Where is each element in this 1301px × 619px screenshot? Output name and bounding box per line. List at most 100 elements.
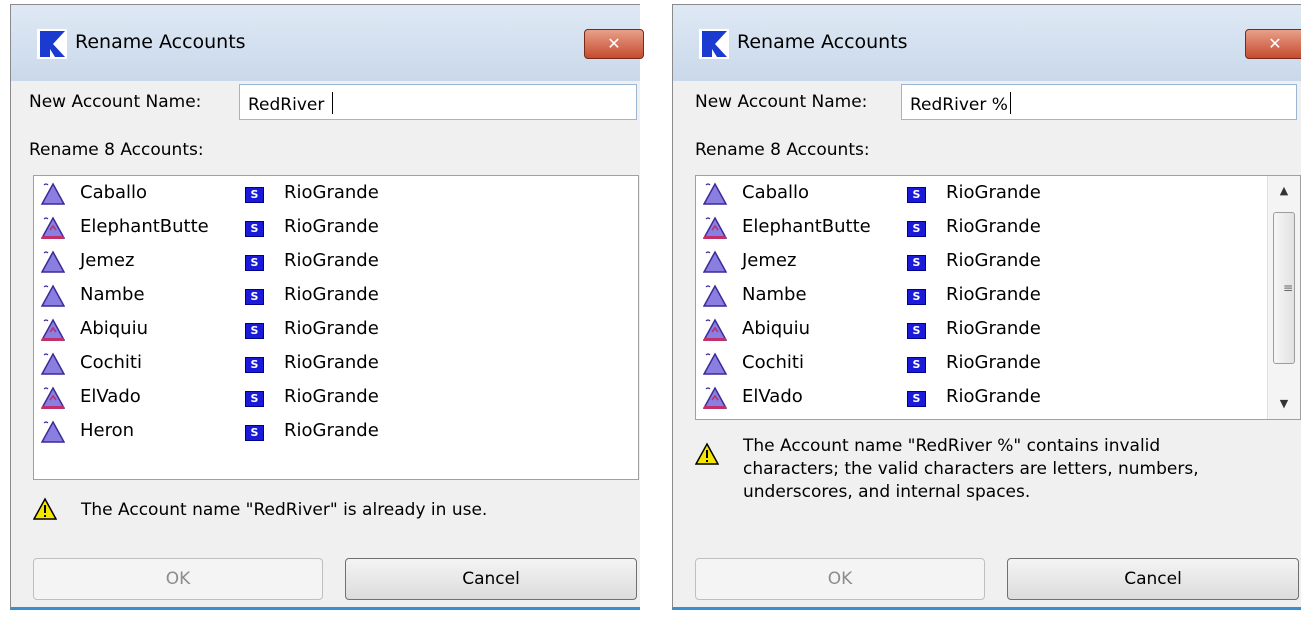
accounts-list[interactable]: HeronSRioGrande ElVado S RioGrande Cochiti S R… bbox=[695, 175, 1301, 420]
scroll-up-arrow-icon[interactable]: ▲ bbox=[1268, 176, 1300, 206]
list-item[interactable]: ElephantButte S RioGrande bbox=[696, 211, 1256, 245]
input-value: RedRiver bbox=[248, 95, 330, 115]
cancel-button[interactable]: Cancel bbox=[1007, 558, 1299, 600]
list-item[interactable]: HeronSRioGrande bbox=[696, 415, 1256, 419]
ok-button[interactable]: OK bbox=[695, 558, 985, 600]
storage-reservoir-icon bbox=[41, 318, 65, 341]
storage-reservoir-icon bbox=[703, 318, 727, 341]
new-account-name-input[interactable]: RedRiver % bbox=[901, 84, 1297, 120]
account-type-icon: S bbox=[245, 357, 264, 373]
accounts-list[interactable]: HeronSRioGrandeElVadoSRioGrandeCochitiSR… bbox=[33, 175, 639, 480]
object-name: Abiquiu bbox=[80, 318, 148, 339]
reservoir-icon bbox=[703, 250, 727, 273]
text-caret bbox=[1009, 92, 1011, 114]
account-type-icon: S bbox=[245, 187, 264, 203]
reservoir-icon bbox=[41, 420, 65, 443]
list-item[interactable]: Nambe S RioGrande bbox=[696, 279, 1256, 313]
account-type-icon: S bbox=[907, 357, 926, 373]
reservoir-icon bbox=[41, 284, 65, 307]
riverware-logo-icon bbox=[699, 29, 729, 59]
list-item[interactable]: Cochiti S RioGrande bbox=[696, 347, 1256, 381]
account-type-icon: S bbox=[245, 323, 264, 339]
close-button[interactable]: ✕ bbox=[584, 29, 644, 59]
account-type-icon: S bbox=[907, 289, 926, 305]
account-type-icon: S bbox=[245, 289, 264, 305]
reservoir-icon bbox=[703, 182, 727, 205]
object-name: Caballo bbox=[742, 182, 810, 203]
list-item[interactable]: Caballo S RioGrande bbox=[696, 177, 1256, 211]
account-name: RioGrande bbox=[946, 284, 1041, 305]
account-name: RioGrande bbox=[284, 386, 379, 407]
riverware-logo-icon bbox=[37, 29, 67, 59]
list-item[interactable]: Jemez S RioGrande bbox=[34, 245, 594, 279]
list-item[interactable]: HeronSRioGrande bbox=[34, 415, 594, 449]
close-button[interactable]: ✕ bbox=[1245, 29, 1301, 59]
list-item[interactable]: Cochiti S RioGrande bbox=[34, 347, 594, 381]
account-name: RioGrande bbox=[946, 216, 1041, 237]
cancel-button[interactable]: Cancel bbox=[345, 558, 637, 600]
object-name: ElephantButte bbox=[80, 216, 209, 237]
warning-line: characters; the valid characters are let… bbox=[743, 459, 1199, 479]
scroll-down-arrow-icon[interactable]: ▼ bbox=[1268, 389, 1300, 419]
reservoir-icon bbox=[41, 182, 65, 205]
account-type-icon: S bbox=[245, 221, 264, 237]
object-name: ElVado bbox=[80, 386, 141, 407]
list-item[interactable]: Nambe S RioGrande bbox=[34, 279, 594, 313]
new-account-name-input[interactable]: RedRiver bbox=[239, 84, 637, 120]
input-value: RedRiver % bbox=[910, 95, 1008, 115]
list-item[interactable]: Abiquiu S RioGrande bbox=[696, 313, 1256, 347]
list-item[interactable]: ElVado S RioGrande bbox=[696, 381, 1256, 415]
list-item[interactable]: Jemez S RioGrande bbox=[696, 245, 1256, 279]
close-icon: ✕ bbox=[1268, 34, 1282, 53]
title-bar: Rename Accounts ✕ bbox=[11, 5, 644, 81]
rename-accounts-dialog-2: Rename Accounts ✕ New Account Name: RedR… bbox=[672, 4, 1301, 610]
object-name: Jemez bbox=[80, 250, 135, 271]
object-name: Nambe bbox=[80, 284, 145, 305]
account-name: RioGrande bbox=[284, 420, 379, 441]
vertical-scrollbar[interactable]: ▲ ≡ ▼ bbox=[1267, 176, 1300, 419]
account-name: RioGrande bbox=[284, 318, 379, 339]
ok-button[interactable]: OK bbox=[33, 558, 323, 600]
reservoir-icon bbox=[703, 352, 727, 375]
account-type-icon: S bbox=[907, 391, 926, 407]
storage-reservoir-icon bbox=[41, 216, 65, 239]
object-name: Jemez bbox=[742, 250, 797, 271]
scrollbar-thumb[interactable]: ≡ bbox=[1273, 212, 1295, 364]
object-name: Cochiti bbox=[80, 352, 142, 373]
object-name: Heron bbox=[80, 420, 135, 441]
account-name: RioGrande bbox=[946, 318, 1041, 339]
object-name: ElephantButte bbox=[742, 216, 871, 237]
warning-icon bbox=[695, 442, 719, 465]
list-item[interactable]: ElVado S RioGrande bbox=[34, 381, 594, 415]
warning-line: underscores, and internal spaces. bbox=[743, 482, 1031, 502]
list-item[interactable]: ElephantButte S RioGrande bbox=[34, 211, 594, 245]
reservoir-icon bbox=[703, 284, 727, 307]
title-bar: Rename Accounts ✕ bbox=[673, 5, 1301, 81]
account-name: RioGrande bbox=[946, 182, 1041, 203]
reservoir-icon bbox=[41, 250, 65, 273]
dialog-title: Rename Accounts bbox=[75, 31, 246, 53]
object-name: Caballo bbox=[80, 182, 148, 203]
account-name: RioGrande bbox=[284, 352, 379, 373]
warning-message: The Account name "RedRiver" is already i… bbox=[81, 500, 488, 520]
new-account-name-label: New Account Name: bbox=[695, 92, 868, 112]
list-item[interactable]: Abiquiu S RioGrande bbox=[34, 313, 594, 347]
account-name: RioGrande bbox=[284, 216, 379, 237]
rename-count-label: Rename 8 Accounts: bbox=[29, 140, 204, 160]
account-type-icon: S bbox=[907, 323, 926, 339]
account-type-icon: S bbox=[245, 255, 264, 271]
account-name: RioGrande bbox=[946, 352, 1041, 373]
object-name: Nambe bbox=[742, 284, 807, 305]
account-name: RioGrande bbox=[284, 182, 379, 203]
account-type-icon: S bbox=[907, 187, 926, 203]
text-caret bbox=[331, 92, 333, 114]
account-type-icon: S bbox=[245, 391, 264, 407]
dialog-title: Rename Accounts bbox=[737, 31, 908, 53]
account-name: RioGrande bbox=[284, 284, 379, 305]
object-name: Cochiti bbox=[742, 352, 804, 373]
object-name: ElVado bbox=[742, 386, 803, 407]
close-icon: ✕ bbox=[607, 34, 621, 53]
list-item[interactable]: Caballo S RioGrande bbox=[34, 177, 594, 211]
warning-line: The Account name "RedRiver %" contains i… bbox=[743, 436, 1161, 456]
storage-reservoir-icon bbox=[703, 386, 727, 409]
